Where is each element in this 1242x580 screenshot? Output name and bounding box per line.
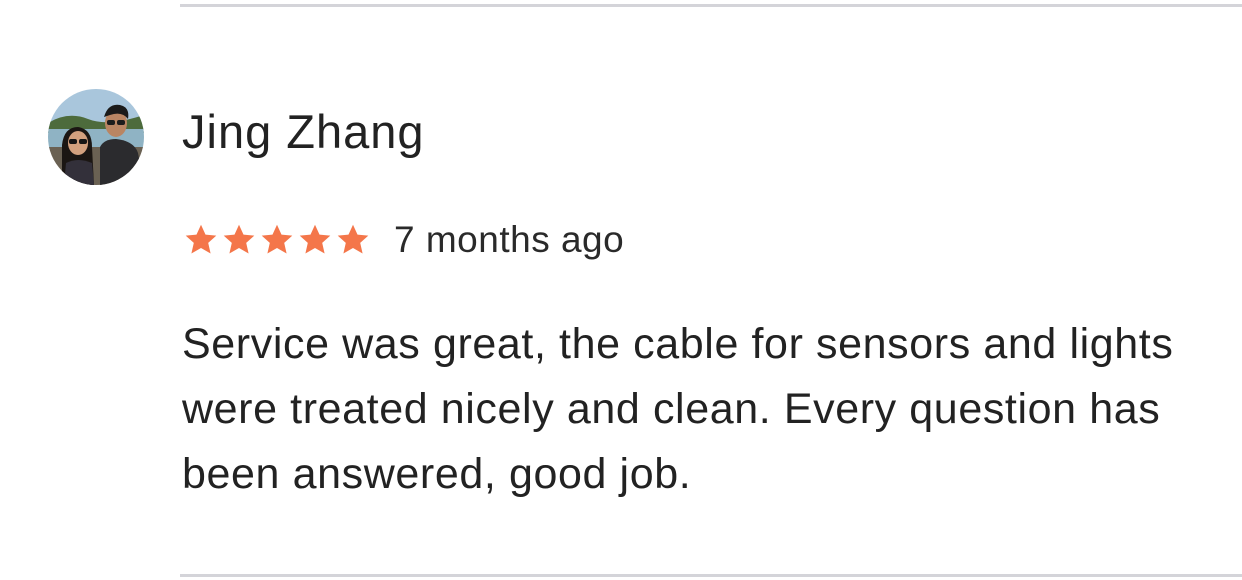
star-icon (258, 222, 296, 258)
star-icon (296, 222, 334, 258)
bottom-divider (180, 574, 1242, 577)
star-icon (182, 222, 220, 258)
review-timestamp: 7 months ago (394, 219, 625, 260)
star-icon (220, 222, 258, 258)
reviewer-avatar[interactable] (48, 89, 144, 185)
top-divider (180, 4, 1242, 7)
avatar-photo-icon (48, 89, 144, 185)
rating-row: 7 months ago (182, 218, 624, 262)
review-text: Service was great, the cable for sensors… (182, 320, 1174, 498)
star-rating (182, 222, 372, 258)
star-icon (334, 222, 372, 258)
reviewer-name[interactable]: Jing Zhang (182, 104, 425, 159)
